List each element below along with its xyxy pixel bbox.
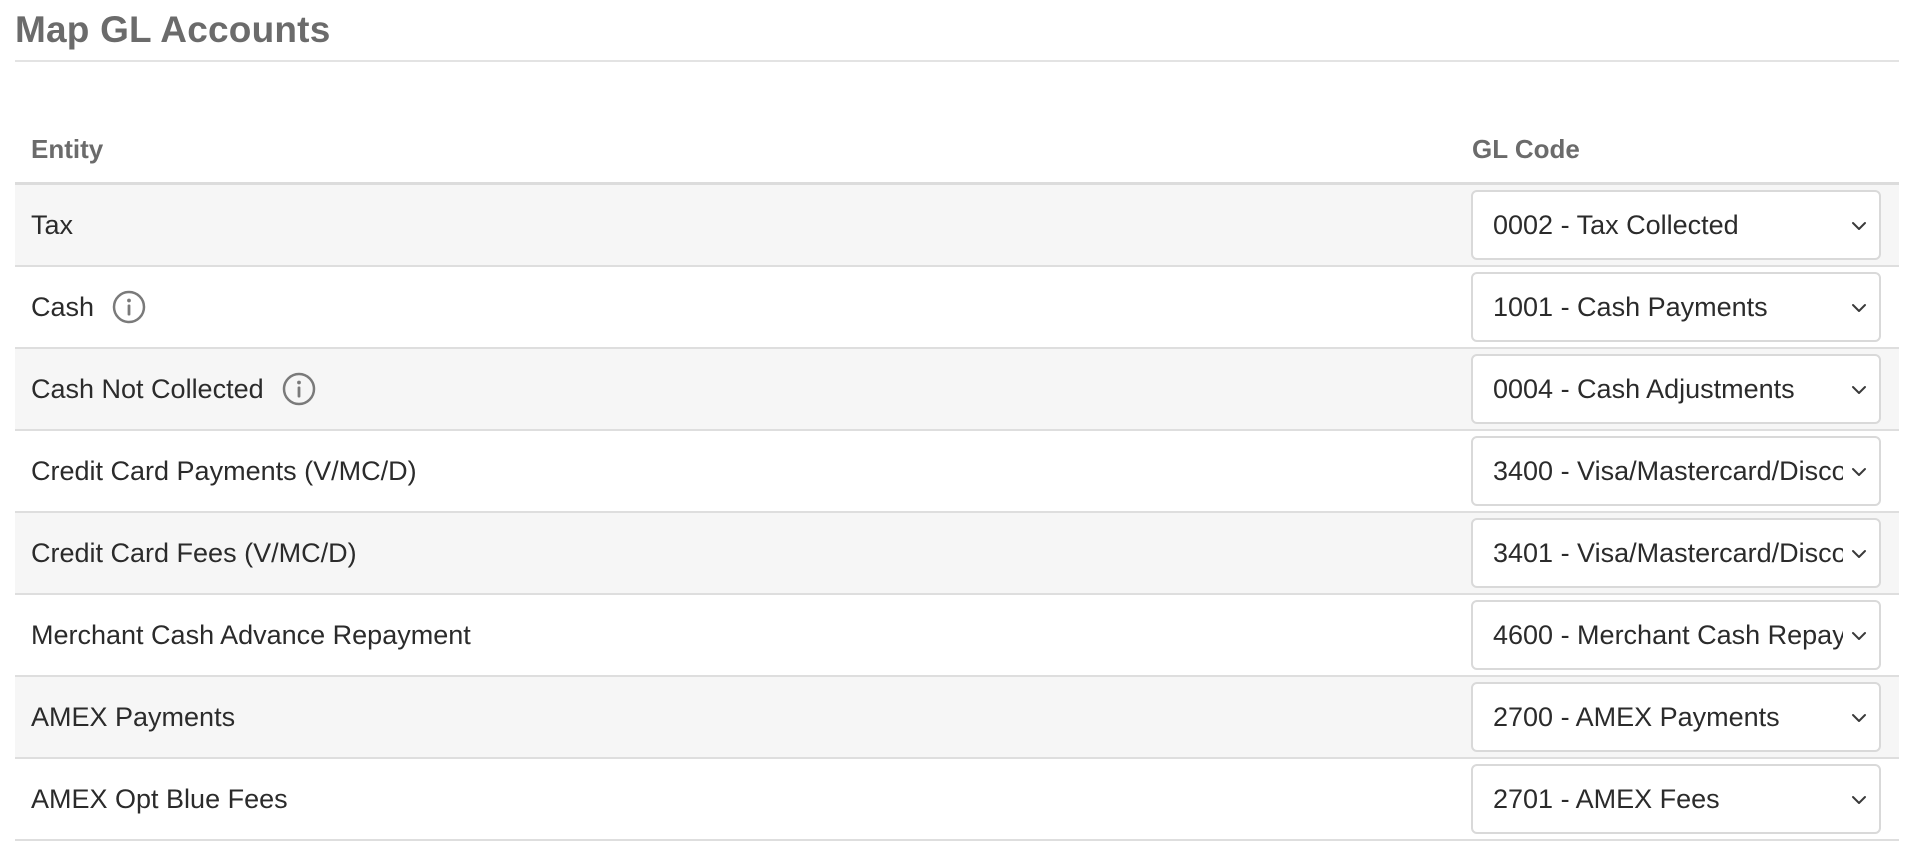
entity-cell: Merchant Cash Advance Repayment <box>31 595 471 675</box>
gl-code-select[interactable]: 3400 - Visa/Mastercard/Discover Payments <box>1471 436 1881 506</box>
table-row: Cash 1001 - Cash Payments <box>15 267 1899 349</box>
gl-code-select-value: 3400 - Visa/Mastercard/Discover Payments <box>1493 456 1843 486</box>
gl-code-select[interactable]: 0004 - Cash Adjustments <box>1471 354 1881 424</box>
gl-code-select-value: 2701 - AMEX Fees <box>1493 784 1720 814</box>
entity-label: Cash Not Collected <box>31 374 264 404</box>
chevron-down-icon <box>1852 714 1866 722</box>
entity-column-header: Entity <box>31 134 104 164</box>
chevron-down-icon <box>1852 796 1866 804</box>
chevron-down-icon <box>1852 550 1866 558</box>
gl-mapping-table: Entity GL Code Tax 0002 - Tax Collected … <box>15 112 1899 841</box>
gl-code-select-value: 3401 - Visa/Mastercard/Discover Fees <box>1493 538 1843 568</box>
table-row: Credit Card Fees (V/MC/D) 3401 - Visa/Ma… <box>15 513 1899 595</box>
gl-code-select-value: 0004 - Cash Adjustments <box>1493 374 1795 404</box>
entity-cell: Credit Card Fees (V/MC/D) <box>31 513 357 593</box>
gl-code-select-value: 1001 - Cash Payments <box>1493 292 1768 322</box>
page-title: Map GL Accounts <box>15 9 331 50</box>
gl-code-select-value: 4600 - Merchant Cash Repayment <box>1493 620 1843 650</box>
entity-label: Merchant Cash Advance Repayment <box>31 620 471 650</box>
gl-code-select[interactable]: 0002 - Tax Collected <box>1471 190 1881 260</box>
entity-cell: Cash Not Collected <box>31 349 316 429</box>
entity-label: Credit Card Payments (V/MC/D) <box>31 456 417 486</box>
entity-label: Tax <box>31 210 74 240</box>
entity-cell: Cash <box>31 267 146 347</box>
info-circle-icon[interactable] <box>112 290 146 324</box>
entity-cell: Tax <box>31 185 73 265</box>
gl-code-select[interactable]: 3401 - Visa/Mastercard/Discover Fees <box>1471 518 1881 588</box>
table-row: AMEX Opt Blue Fees 2701 - AMEX Fees <box>15 759 1899 841</box>
info-circle-icon[interactable] <box>282 372 316 406</box>
gl-code-column-header: GL Code <box>1472 134 1580 164</box>
entity-cell: AMEX Payments <box>31 677 235 757</box>
entity-label: AMEX Payments <box>31 702 236 732</box>
gl-code-select-value: 2700 - AMEX Payments <box>1493 702 1780 732</box>
table-row: Tax 0002 - Tax Collected <box>15 185 1899 267</box>
table-row: Merchant Cash Advance Repayment 4600 - M… <box>15 595 1899 677</box>
gl-code-select[interactable]: 2701 - AMEX Fees <box>1471 764 1881 834</box>
map-gl-accounts-page: Map GL Accounts Entity GL Code Tax 0002 … <box>0 0 1912 846</box>
table-row: Cash Not Collected 0004 - Cash Adjustmen… <box>15 349 1899 431</box>
table-row: AMEX Payments 2700 - AMEX Payments <box>15 677 1899 759</box>
chevron-down-icon <box>1852 632 1866 640</box>
entity-cell: Credit Card Payments (V/MC/D) <box>31 431 417 511</box>
gl-code-select[interactable]: 1001 - Cash Payments <box>1471 272 1881 342</box>
chevron-down-icon <box>1852 304 1866 312</box>
table-header: Entity GL Code <box>15 112 1899 185</box>
gl-code-select[interactable]: 2700 - AMEX Payments <box>1471 682 1881 752</box>
chevron-down-icon <box>1852 468 1866 476</box>
table-row: Credit Card Payments (V/MC/D) 3400 - Vis… <box>15 431 1899 513</box>
gl-code-select-value: 0002 - Tax Collected <box>1493 210 1739 240</box>
entity-label: Credit Card Fees (V/MC/D) <box>31 538 357 568</box>
entity-label: AMEX Opt Blue Fees <box>31 784 288 814</box>
chevron-down-icon <box>1852 386 1866 394</box>
gl-code-select[interactable]: 4600 - Merchant Cash Repayment <box>1471 600 1881 670</box>
entity-label: Cash <box>31 292 95 322</box>
chevron-down-icon <box>1852 222 1866 230</box>
title-divider <box>15 60 1899 62</box>
entity-cell: AMEX Opt Blue Fees <box>31 759 288 839</box>
